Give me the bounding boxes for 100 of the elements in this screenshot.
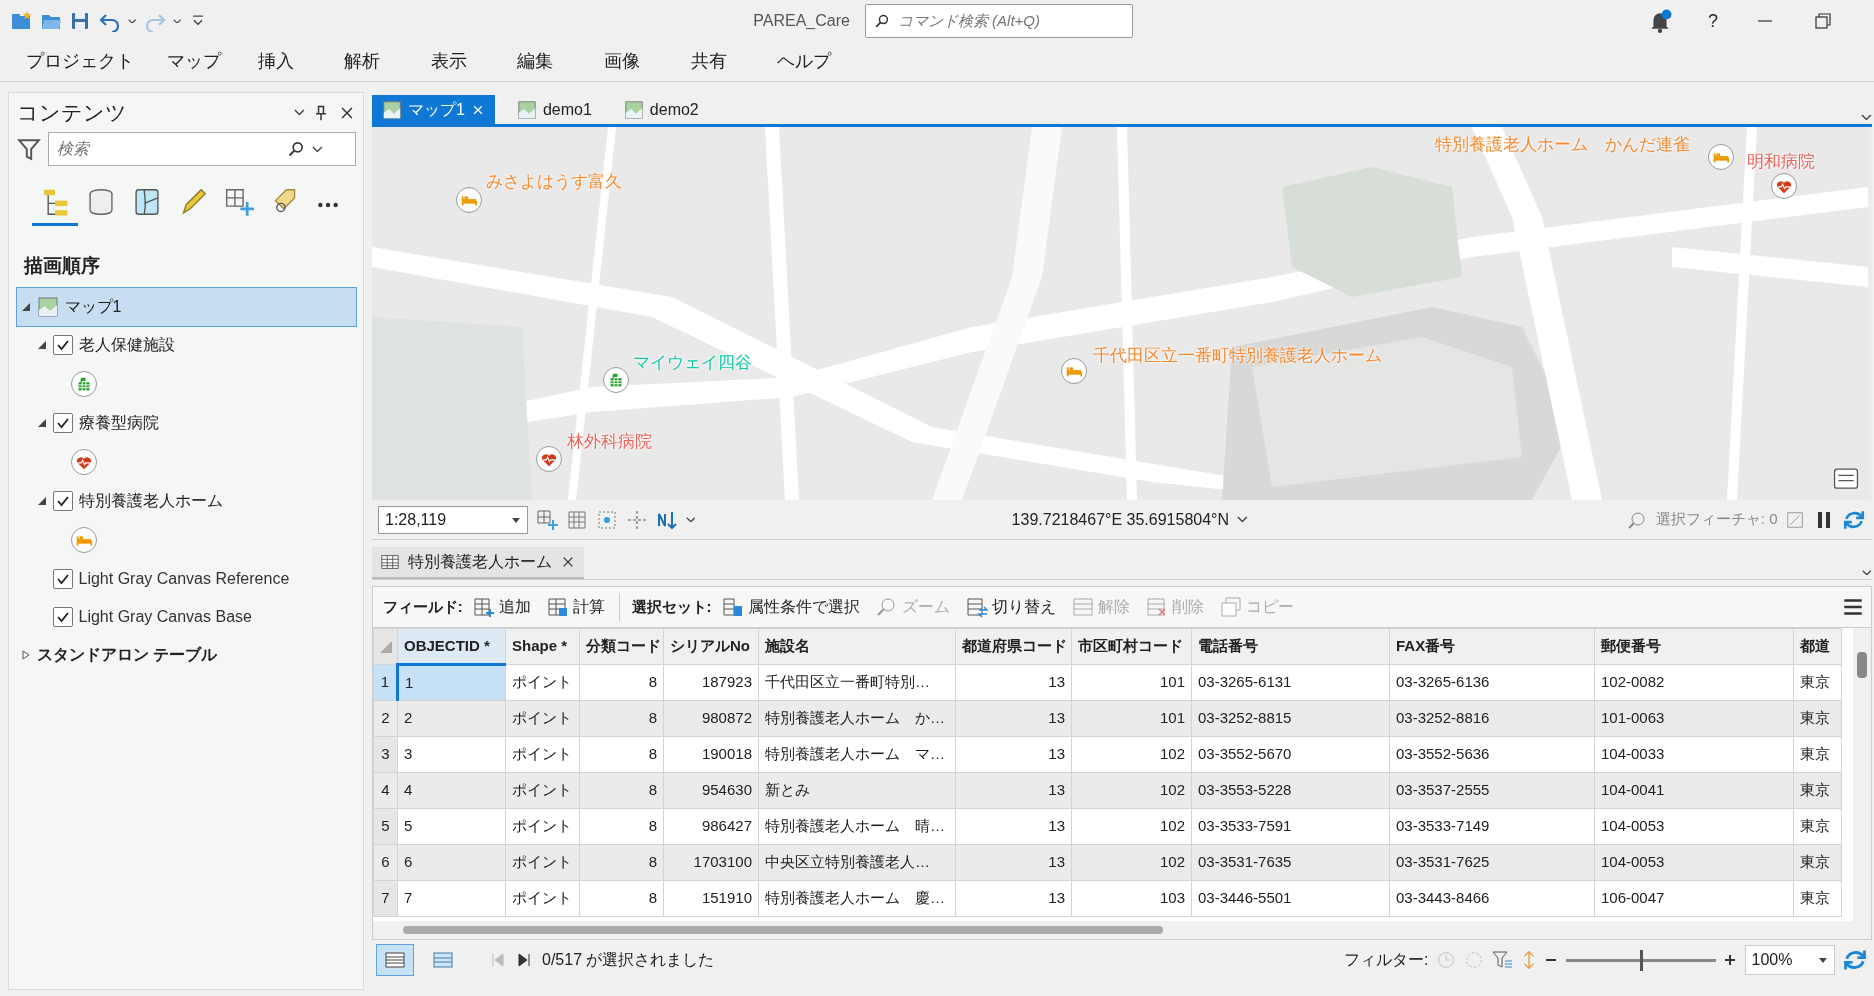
notification-icon[interactable]: [1648, 9, 1672, 33]
caret-icon[interactable]: [1862, 569, 1872, 576]
checkbox[interactable]: [52, 335, 73, 355]
row-number[interactable]: 6: [373, 844, 398, 881]
scale-dropdown[interactable]: 1:28,119: [378, 505, 528, 534]
row-number[interactable]: 1: [373, 664, 398, 701]
menu-item[interactable]: 画像: [604, 44, 640, 79]
search-field[interactable]: 検索: [49, 136, 279, 162]
checkbox[interactable]: [52, 569, 73, 589]
filter-icon[interactable]: [16, 137, 41, 161]
menu-item[interactable]: 解析: [344, 44, 380, 79]
switch-icon: [965, 596, 988, 618]
map-tab[interactable]: demo2: [613, 95, 709, 124]
table-cell: 03-3265-6136: [1389, 664, 1595, 701]
table-cell: 03-3446-5501: [1191, 880, 1390, 917]
grid-plus-icon[interactable]: [536, 508, 558, 531]
caret-icon[interactable]: [173, 18, 182, 24]
map-label: マイウェイ四谷: [633, 352, 752, 374]
checkbox[interactable]: [52, 491, 73, 511]
toolbar-button[interactable]: 属性条件で選択: [715, 593, 866, 621]
tree-row[interactable]: マップ1: [16, 288, 356, 326]
row-number[interactable]: 5: [373, 808, 398, 845]
snap-icon[interactable]: [596, 508, 618, 531]
caret-icon[interactable]: [293, 109, 305, 116]
caret-icon[interactable]: [1861, 113, 1872, 121]
tree-row[interactable]: スタンドアロン テーブル: [16, 636, 356, 674]
column-header[interactable]: 都道府県コード: [955, 628, 1072, 665]
table-cell: 03-3537-2555: [1389, 772, 1595, 809]
window-title: PAREA_Care: [753, 11, 850, 31]
table-cell: 104-0041: [1594, 772, 1794, 809]
column-header[interactable]: 都道: [1793, 628, 1842, 665]
restore-icon[interactable]: [1812, 10, 1834, 32]
column-header[interactable]: 分類コード: [579, 628, 664, 665]
help-button[interactable]: ?: [1708, 7, 1718, 35]
save-icon[interactable]: [69, 10, 91, 32]
column-header[interactable]: 郵便番号: [1594, 628, 1794, 665]
add-field-icon: [472, 596, 495, 618]
grid-icon[interactable]: [566, 508, 588, 531]
table-cell: 103: [1071, 880, 1192, 917]
table-cell: 特別養護老人ホーム か…: [758, 700, 956, 737]
search-box[interactable]: 検索: [48, 132, 356, 166]
collapse-arrow-icon[interactable]: [36, 418, 47, 428]
row-number[interactable]: 3: [373, 736, 398, 773]
toolbar-button[interactable]: 追加: [466, 593, 537, 621]
selected-features-count: 選択フィーチャ: 0: [1655, 509, 1778, 530]
table-cell: ポイント: [505, 880, 580, 917]
map-tab[interactable]: マップ1: [372, 95, 495, 124]
column-header[interactable]: シリアルNo: [663, 628, 759, 665]
list-view-icon: [384, 949, 406, 971]
horizontal-scrollbar[interactable]: [373, 921, 1871, 939]
menu-item[interactable]: 挿入: [258, 44, 294, 79]
table-cell: 特別養護老人ホーム 晴…: [758, 808, 956, 845]
checkbox[interactable]: [52, 607, 73, 627]
vertical-scrollbar[interactable]: [1853, 628, 1871, 922]
last-record-icon[interactable]: [516, 952, 532, 968]
checkmark-icon: [55, 494, 70, 508]
checkbox[interactable]: [52, 413, 73, 433]
table-tab[interactable]: 特別養護老人ホーム: [372, 547, 584, 579]
column-header[interactable]: 市区町村コード: [1071, 628, 1192, 665]
command-search-field[interactable]: コマンド検索 (Alt+Q): [895, 8, 1116, 34]
caret-icon[interactable]: [1237, 516, 1248, 523]
checkmark-icon: [55, 572, 70, 586]
row-number[interactable]: 4: [373, 772, 398, 809]
filter-table-icon[interactable]: [1491, 949, 1513, 971]
collapse-arrow-icon[interactable]: [36, 496, 47, 506]
menu-item[interactable]: プロジェクト: [26, 44, 134, 79]
column-header[interactable]: FAX番号: [1389, 628, 1595, 665]
caret-icon[interactable]: [128, 18, 137, 24]
zoom-icon: [875, 596, 898, 618]
view-toggle-button[interactable]: [376, 944, 414, 976]
zoom-dropdown[interactable]: 100%: [1744, 945, 1835, 975]
table-cell: 新とみ: [758, 772, 956, 809]
column-header[interactable]: 電話番号: [1191, 628, 1390, 665]
expand-arrow-icon[interactable]: [20, 650, 31, 660]
toolbar-button[interactable]: 切り替え: [959, 593, 1062, 621]
collapse-arrow-icon[interactable]: [36, 340, 47, 350]
row-number[interactable]: 7: [373, 880, 398, 917]
table-cell: ポイント: [505, 772, 580, 809]
zoom-in-icon[interactable]: [1723, 953, 1737, 967]
table-cell: 151910: [663, 880, 759, 917]
toolbar-button[interactable]: 計算: [540, 593, 611, 621]
checkmark-icon: [55, 610, 70, 624]
row-number[interactable]: 2: [373, 700, 398, 737]
map-tab[interactable]: demo1: [506, 95, 602, 124]
collapse-arrow-icon[interactable]: [20, 302, 31, 312]
menu-item[interactable]: マップ: [167, 44, 221, 79]
menu-item[interactable]: 表示: [431, 44, 467, 79]
menu-item[interactable]: ヘルプ: [777, 44, 831, 79]
section-heading: 描画順序: [24, 254, 101, 278]
group-label: 選択セット:: [631, 596, 712, 617]
table-cell: 東京: [1793, 844, 1842, 881]
table-cell: 190018: [663, 736, 759, 773]
menu-item[interactable]: 共有: [691, 44, 727, 79]
caret-icon[interactable]: [686, 516, 696, 523]
column-header[interactable]: Shape *: [505, 628, 580, 665]
new-project-icon[interactable]: [10, 10, 32, 32]
menu-item[interactable]: 編集: [517, 44, 553, 79]
column-header[interactable]: 施設名: [758, 628, 956, 665]
command-search-box[interactable]: コマンド検索 (Alt+Q): [864, 4, 1133, 38]
column-header[interactable]: OBJECTID *: [397, 628, 506, 665]
